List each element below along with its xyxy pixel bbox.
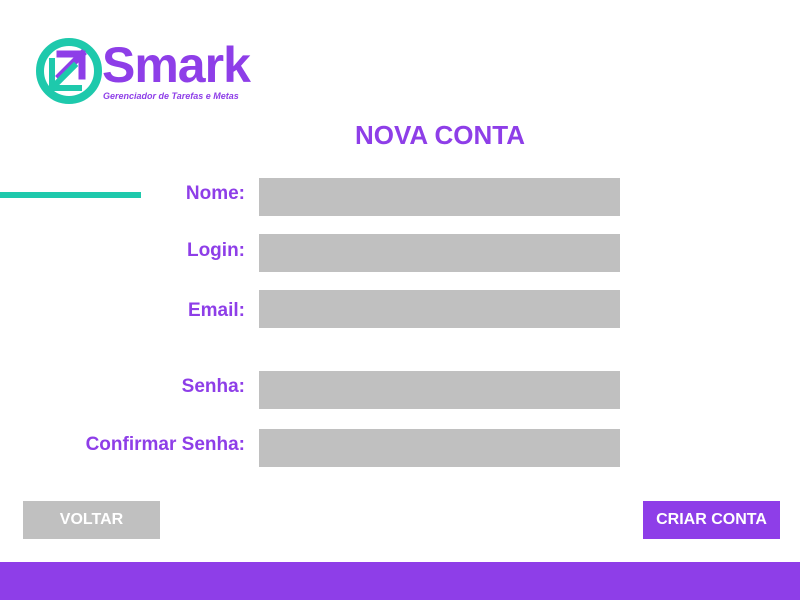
app-logo: Smark Gerenciador de Tarefas e Metas — [35, 37, 265, 105]
back-button[interactable]: VOLTAR — [23, 501, 160, 539]
password-label: Senha: — [181, 376, 245, 397]
create-account-button[interactable]: CRIAR CONTA — [643, 501, 780, 539]
logo-name: Smark — [102, 37, 251, 93]
arrow-up-right-in-circle-icon — [36, 38, 102, 104]
confirm-password-label: Confirmar Senha: — [85, 434, 245, 455]
confirm-password-field[interactable] — [259, 429, 620, 467]
logo-tagline: Gerenciador de Tarefas e Metas — [103, 91, 239, 101]
login-field[interactable] — [259, 234, 620, 272]
accent-divider — [0, 192, 141, 198]
name-label: Nome: — [185, 183, 245, 204]
footer-bar — [0, 562, 800, 600]
email-label: Email: — [187, 300, 245, 321]
page-title: NOVA CONTA — [355, 120, 525, 150]
email-field[interactable] — [259, 290, 620, 328]
password-field[interactable] — [259, 371, 620, 409]
name-field[interactable] — [259, 178, 620, 216]
login-label: Login: — [186, 240, 245, 261]
